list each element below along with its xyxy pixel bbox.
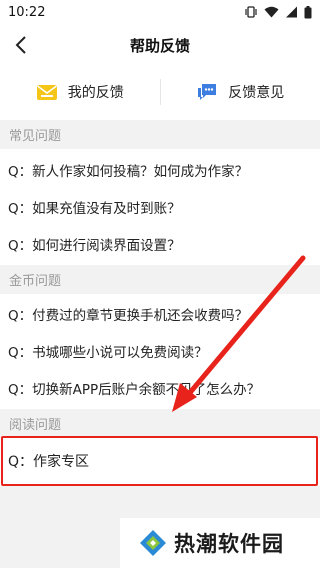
vibrate-icon bbox=[245, 6, 257, 18]
diamond-logo-icon bbox=[140, 530, 166, 556]
battery-icon bbox=[304, 5, 312, 18]
my-feedback-button[interactable]: 我的反馈 bbox=[0, 66, 160, 118]
back-button[interactable] bbox=[8, 32, 34, 58]
chevron-left-icon bbox=[15, 36, 26, 54]
signal-icon bbox=[286, 6, 297, 18]
watermark-text: 热潮软件园 bbox=[174, 532, 284, 556]
nav-bar: 帮助反馈 bbox=[0, 24, 320, 66]
mail-icon bbox=[36, 85, 57, 100]
section-header-coins: 金币问题 bbox=[0, 265, 320, 294]
question-item[interactable]: Q：如何进行阅读界面设置？ bbox=[0, 227, 320, 261]
page-title: 帮助反馈 bbox=[129, 36, 190, 55]
question-item[interactable]: Q：付费过的章节更换手机还会收费吗？ bbox=[0, 297, 320, 331]
section-header-reading: 阅读问题 bbox=[0, 409, 320, 438]
my-feedback-label: 我的反馈 bbox=[67, 85, 124, 101]
question-item[interactable]: Q：切换新APP后账户余额不见了怎么办？ bbox=[0, 371, 320, 405]
status-time: 10:22 bbox=[8, 4, 46, 20]
question-item[interactable]: Q：新人作家如何投稿？如何成为作家？ bbox=[0, 153, 320, 187]
watermark: 热潮软件园 bbox=[120, 518, 320, 568]
question-item-writer-zone[interactable]: Q：作家专区 bbox=[0, 442, 320, 480]
question-item[interactable]: Q：书城哪些小说可以免费阅读？ bbox=[0, 334, 320, 368]
status-bar: 10:22 bbox=[0, 0, 320, 24]
question-item[interactable]: Q：如果充值没有及时到账？ bbox=[0, 190, 320, 224]
feedback-opinion-label: 反馈意见 bbox=[228, 85, 285, 101]
feedback-opinion-button[interactable]: 反馈意见 bbox=[161, 66, 320, 118]
section-header-common: 常见问题 bbox=[0, 120, 320, 149]
wifi-icon bbox=[264, 6, 279, 18]
chat-icon bbox=[198, 84, 217, 100]
status-icons bbox=[244, 5, 312, 19]
action-row: 我的反馈 反馈意见 bbox=[0, 66, 320, 118]
